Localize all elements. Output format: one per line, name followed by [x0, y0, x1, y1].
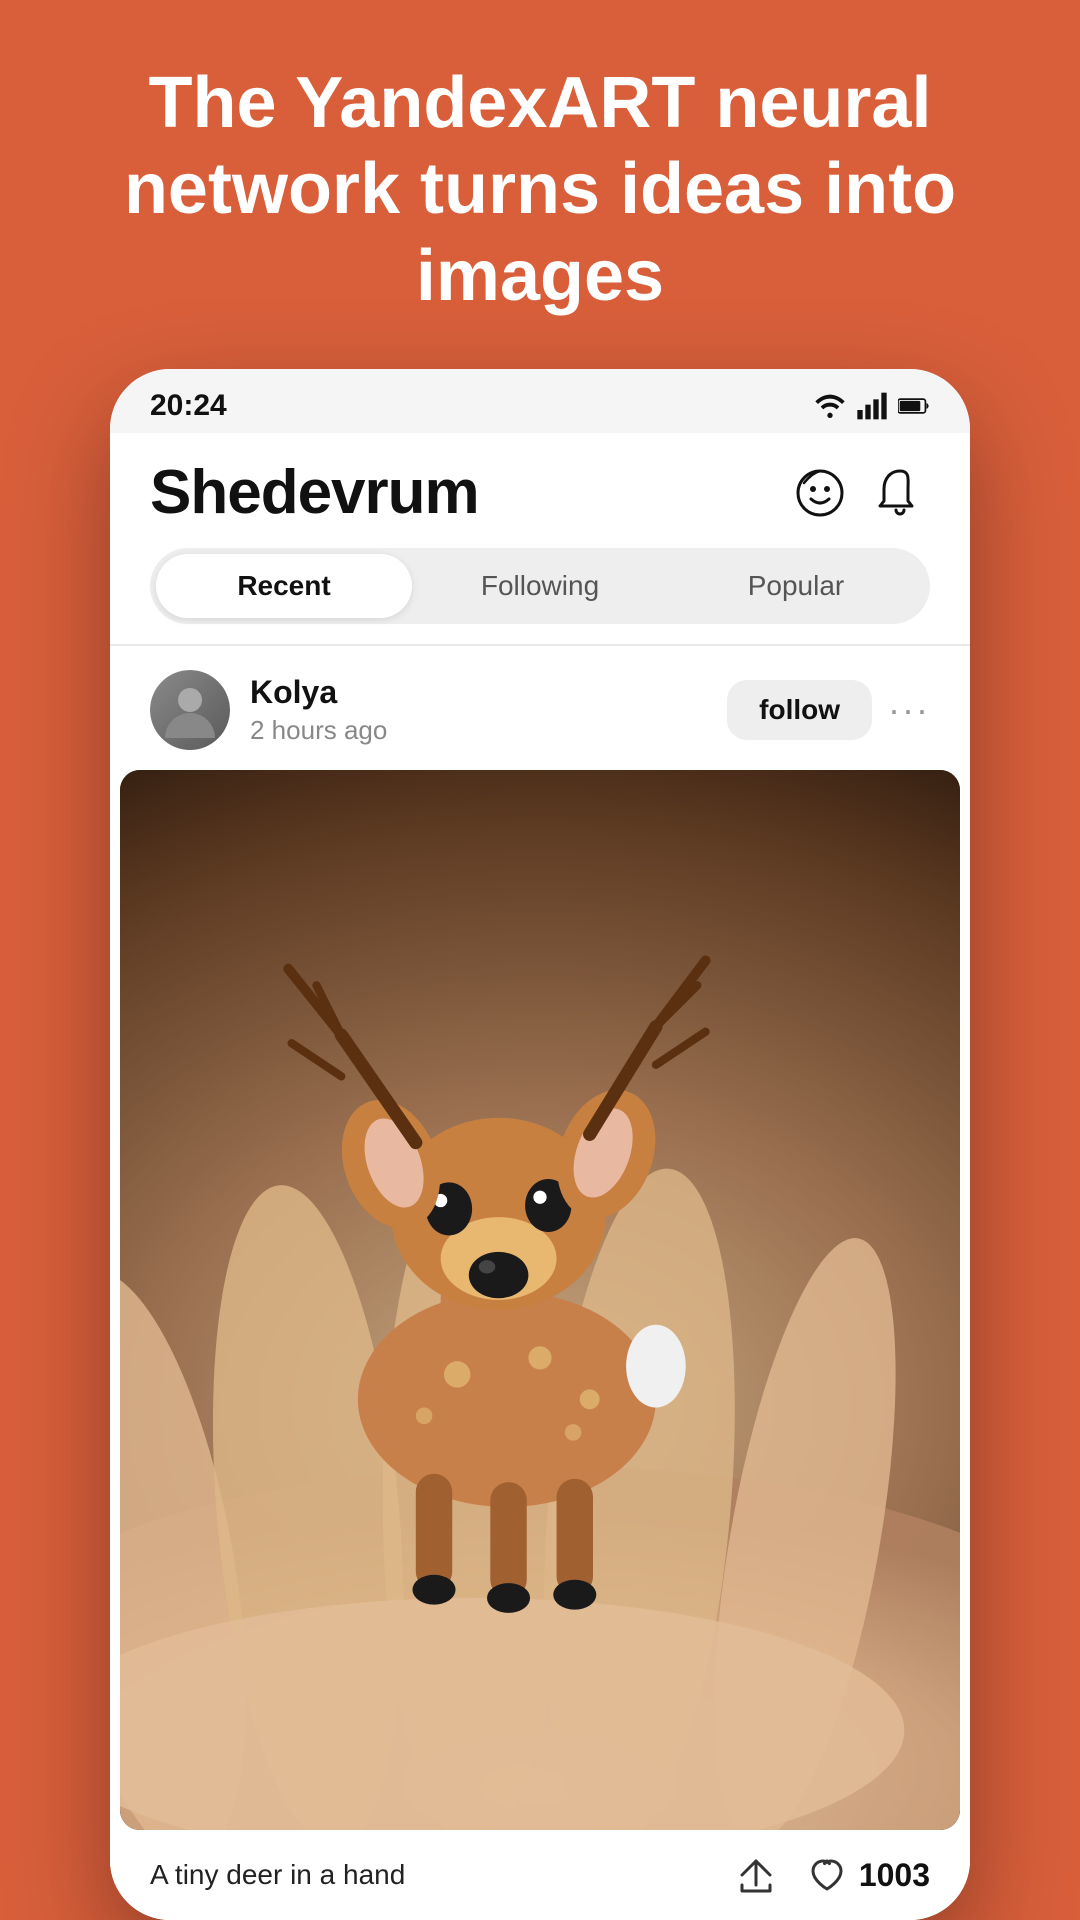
- avatar[interactable]: [150, 670, 230, 750]
- phone-frame: 20:24 Shedevru: [110, 369, 970, 1920]
- post-time: 2 hours ago: [250, 715, 727, 746]
- post-image-art: [120, 770, 960, 1830]
- tab-following[interactable]: Following: [412, 554, 668, 618]
- more-options-button[interactable]: ···: [888, 689, 930, 731]
- post-footer: A tiny deer in a hand 1003: [110, 1830, 970, 1920]
- post-username: Kolya: [250, 674, 727, 711]
- tab-popular[interactable]: Popular: [668, 554, 924, 618]
- face-smile-icon[interactable]: [790, 463, 850, 523]
- bell-icon[interactable]: [870, 463, 930, 523]
- like-button[interactable]: 1003: [805, 1853, 930, 1897]
- like-count: 1003: [859, 1857, 930, 1894]
- post-caption: A tiny deer in a hand: [150, 1859, 731, 1891]
- app-title: Shedevrum: [150, 457, 479, 528]
- battery-icon: [898, 390, 930, 422]
- avatar-image: [150, 670, 230, 750]
- app-header: Shedevrum: [110, 433, 970, 548]
- post-user-info: Kolya 2 hours ago: [250, 674, 727, 746]
- post-header: Kolya 2 hours ago follow ···: [110, 646, 970, 770]
- hero-title: The YandexART neural network turns ideas…: [0, 0, 1080, 369]
- share-button[interactable]: [731, 1850, 781, 1900]
- signal-icon: [856, 390, 888, 422]
- post-actions: follow ···: [727, 680, 930, 740]
- follow-button[interactable]: follow: [727, 680, 872, 740]
- header-icons: [790, 463, 930, 523]
- post-image[interactable]: [120, 770, 960, 1830]
- status-bar: 20:24: [110, 369, 970, 433]
- tab-recent[interactable]: Recent: [156, 554, 412, 618]
- post-section: Kolya 2 hours ago follow ···: [110, 646, 970, 1920]
- wifi-icon: [814, 390, 846, 422]
- tab-bar: Recent Following Popular: [150, 548, 930, 624]
- post-footer-actions: 1003: [731, 1850, 930, 1900]
- status-icons: [814, 390, 930, 422]
- status-time: 20:24: [150, 389, 227, 423]
